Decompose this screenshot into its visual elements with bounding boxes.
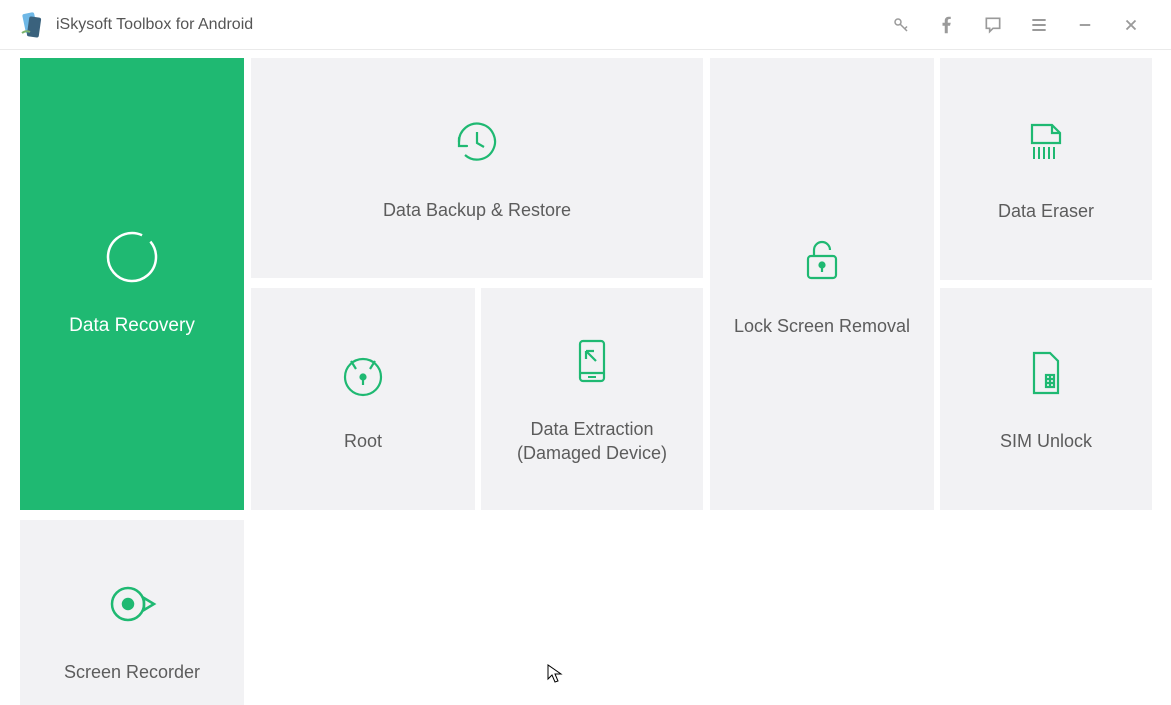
card-screen-recorder[interactable]: Screen Recorder	[20, 520, 244, 705]
card-data-eraser[interactable]: Data Eraser	[940, 58, 1152, 280]
card-label: Data Eraser	[986, 199, 1106, 223]
card-label: Lock Screen Removal	[722, 314, 922, 338]
card-label: Screen Recorder	[52, 660, 212, 684]
card-label: Data Extraction (Damaged Device)	[481, 417, 703, 466]
card-label: SIM Unlock	[988, 429, 1104, 453]
card-lock-screen-removal[interactable]: Lock Screen Removal	[710, 58, 934, 510]
backup-icon	[449, 114, 505, 170]
mouse-cursor-icon	[547, 664, 563, 689]
facebook-icon[interactable]	[927, 5, 967, 45]
minimize-button[interactable]	[1065, 5, 1105, 45]
close-button[interactable]	[1111, 5, 1151, 45]
card-label: Root	[332, 429, 394, 453]
menu-icon[interactable]	[1019, 5, 1059, 45]
feedback-icon[interactable]	[973, 5, 1013, 45]
eraser-icon	[1018, 115, 1074, 171]
card-root[interactable]: Root	[251, 288, 475, 510]
app-logo-icon	[18, 11, 46, 39]
root-icon	[335, 345, 391, 401]
screen-recorder-icon	[104, 576, 160, 632]
lock-icon	[794, 230, 850, 286]
extract-icon	[564, 333, 620, 389]
key-icon[interactable]	[881, 5, 921, 45]
titlebar: iSkysoft Toolbox for Android	[0, 0, 1171, 50]
card-sim-unlock[interactable]: SIM Unlock	[940, 288, 1152, 510]
recovery-icon	[104, 229, 160, 285]
card-data-recovery[interactable]: Data Recovery	[20, 58, 244, 510]
card-label: Data Backup & Restore	[371, 198, 583, 222]
sim-icon	[1018, 345, 1074, 401]
card-label: Data Recovery	[57, 313, 207, 339]
app-title: iSkysoft Toolbox for Android	[56, 16, 253, 34]
card-data-backup-restore[interactable]: Data Backup & Restore	[251, 58, 703, 278]
card-data-extraction[interactable]: Data Extraction (Damaged Device)	[481, 288, 703, 510]
main-grid: Data Recovery Data Backup & Restore Root	[0, 50, 1171, 705]
